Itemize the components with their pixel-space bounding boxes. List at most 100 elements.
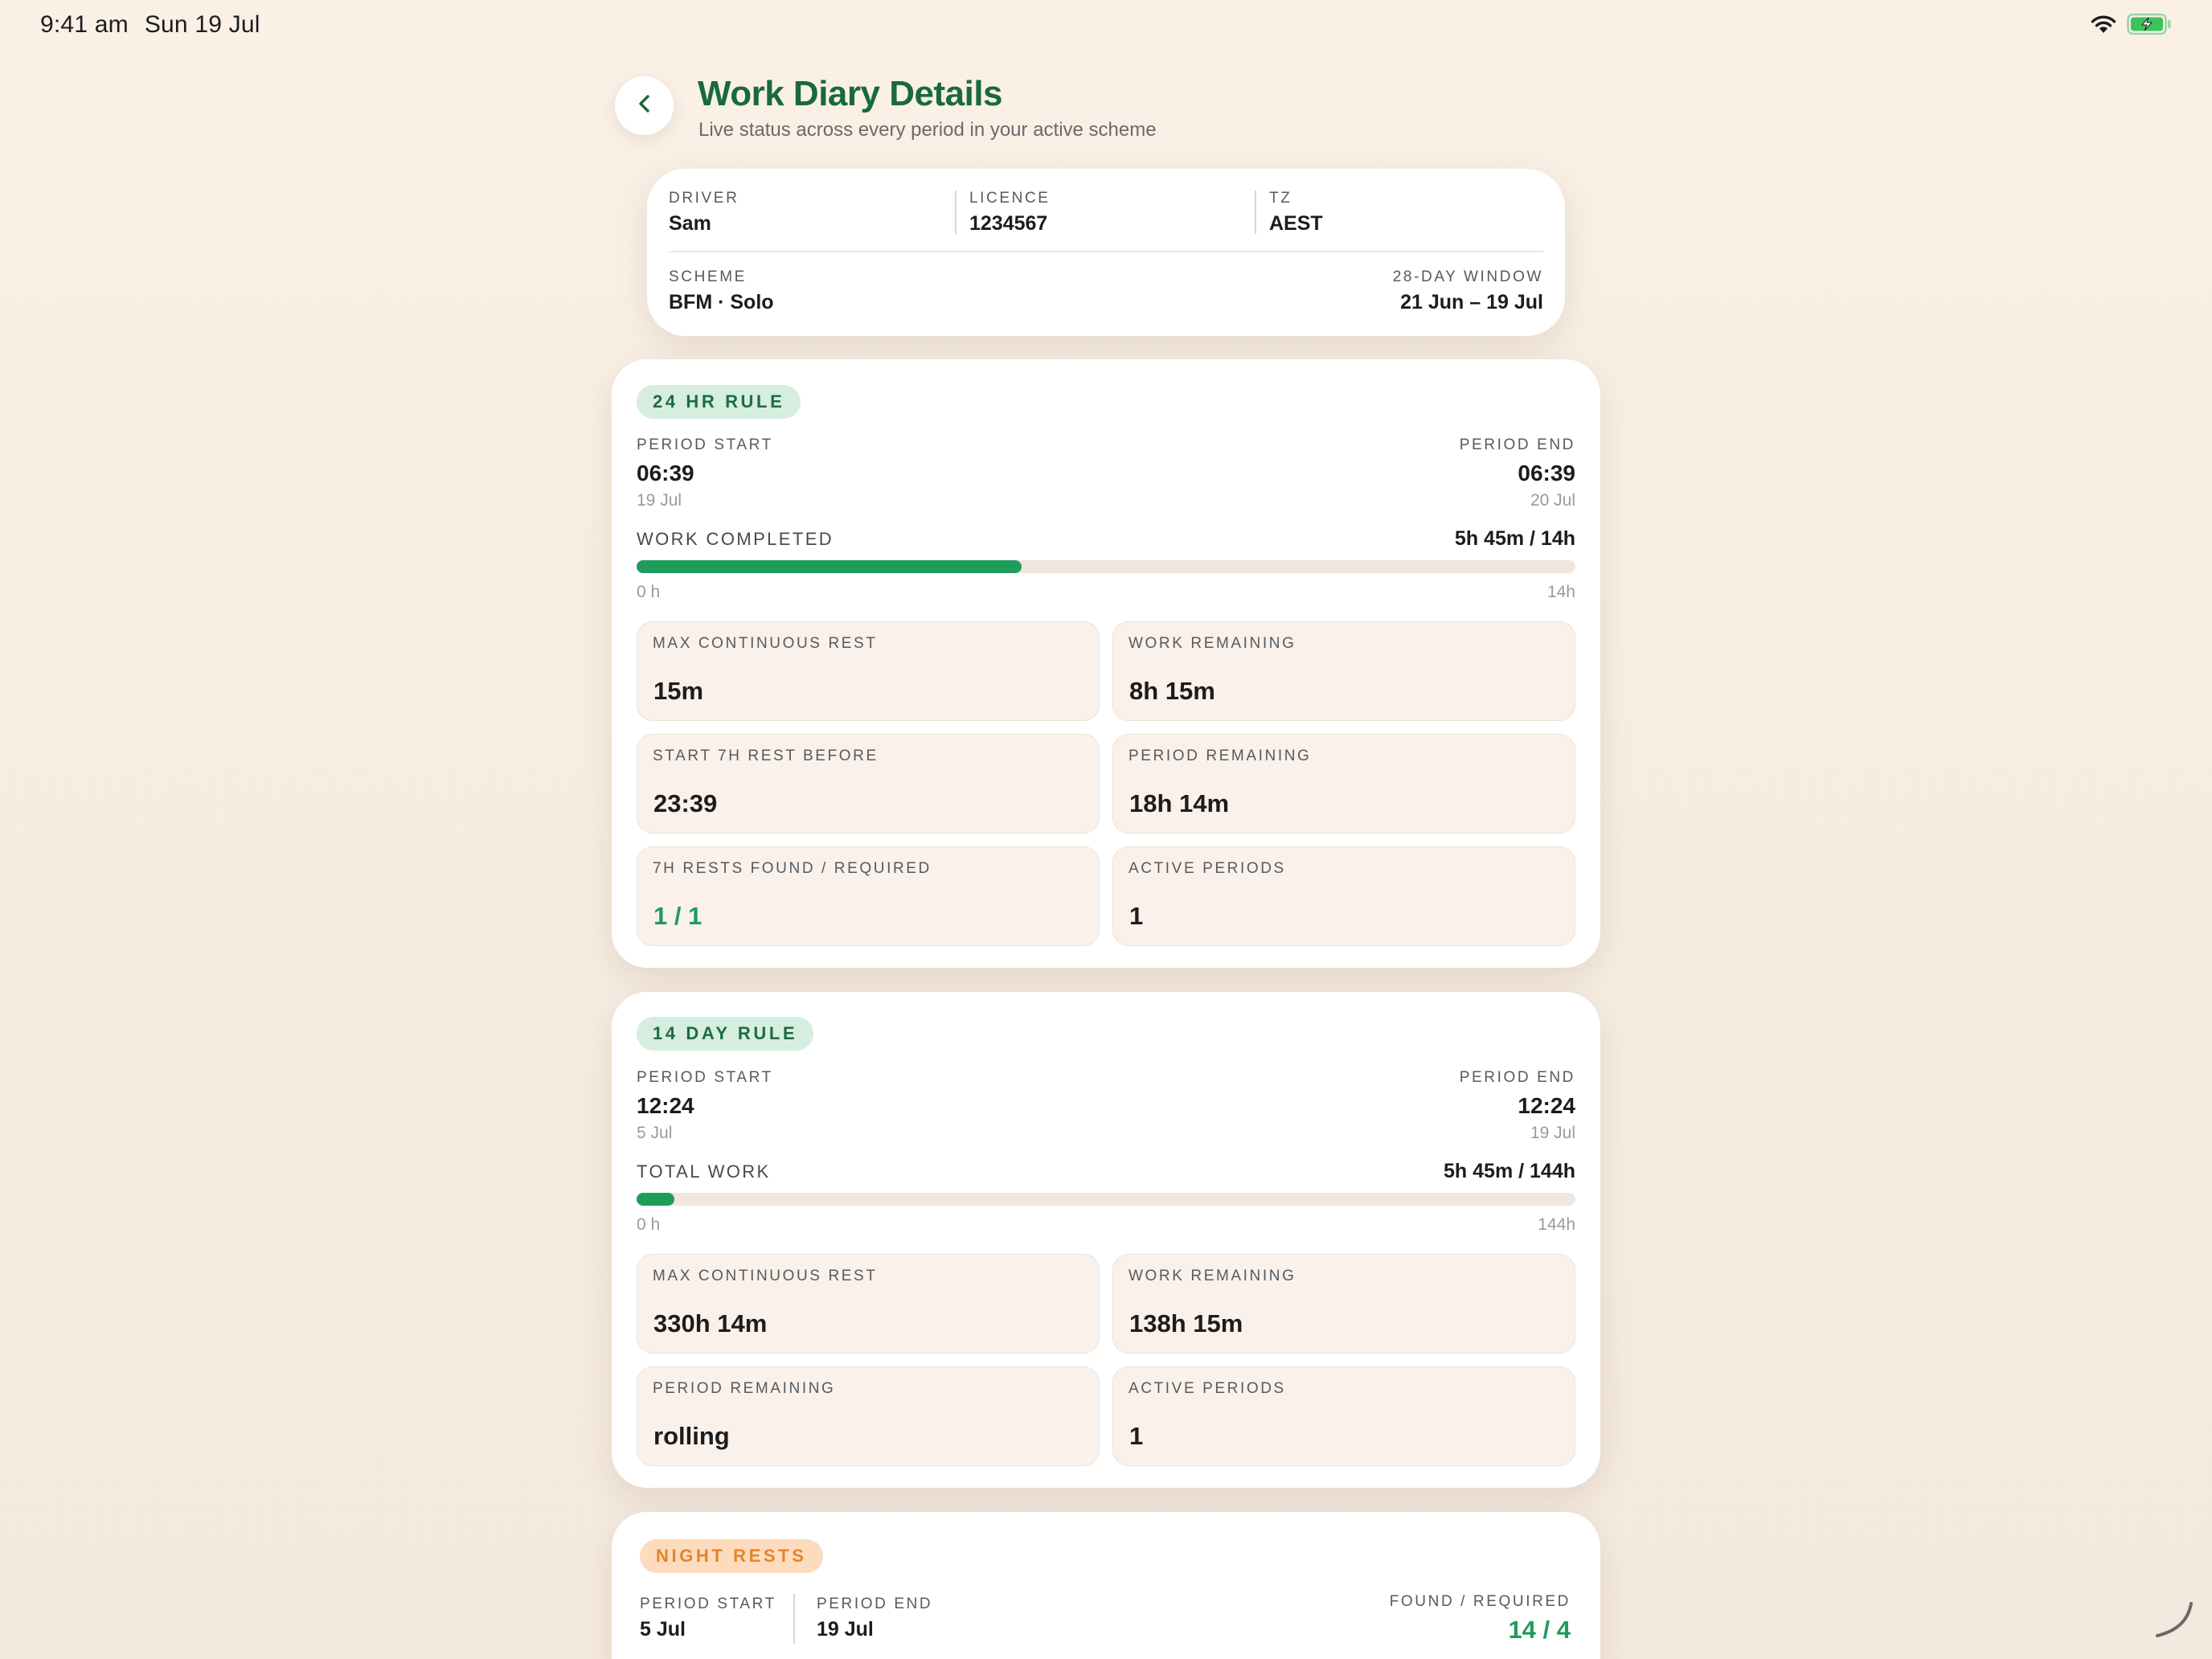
stat-tile-work-remaining: WORK REMAINING 8h 15m: [1112, 621, 1575, 721]
tile-value: 1 / 1: [653, 902, 703, 930]
period-start-time: 12:24: [637, 1093, 694, 1118]
driver-value: Sam: [669, 212, 711, 235]
period-end: PERIOD END 06:39 20 Jul: [1460, 436, 1575, 510]
period-end: PERIOD END 12:24 19 Jul: [1460, 1069, 1575, 1143]
found-label: FOUND / REQUIRED: [1389, 1593, 1571, 1610]
page-header: Work Diary Details Live status across ev…: [615, 74, 1604, 146]
period-start-label: PERIOD START: [637, 1069, 773, 1086]
progress-label: WORK COMPLETED: [637, 529, 834, 549]
tz-label: TZ: [1269, 190, 1292, 207]
progress-bar: [637, 560, 1575, 573]
page-title: Work Diary Details: [698, 74, 1003, 113]
wifi-icon: [2090, 14, 2117, 39]
period-start-label: PERIOD START: [637, 436, 773, 453]
driver-label: DRIVER: [669, 190, 739, 207]
chevron-left-icon: [633, 92, 657, 120]
progress-value: 5h 45m / 14h: [1454, 527, 1575, 550]
period-start-label: PERIOD START: [640, 1596, 776, 1612]
progress-min: 0 h: [637, 1215, 661, 1234]
period-start-date: 5 Jul: [637, 1124, 673, 1142]
progress-value: 5h 45m / 144h: [1444, 1160, 1575, 1182]
divider: [793, 1594, 795, 1644]
back-button[interactable]: [615, 76, 674, 135]
window-value: 21 Jun – 19 Jul: [1400, 291, 1543, 313]
page-subtitle: Live status across every period in your …: [698, 119, 1157, 141]
tile-label: ACTIVE PERIODS: [1129, 860, 1286, 877]
tile-label: WORK REMAINING: [1129, 1268, 1296, 1284]
stat-tile-work-remaining: WORK REMAINING 138h 15m: [1112, 1254, 1575, 1354]
period-start: PERIOD START 5 Jul: [640, 1596, 776, 1641]
period-end-time: 06:39: [1518, 461, 1575, 485]
found-value: 14 / 4: [1508, 1616, 1571, 1644]
stat-tile-max-continuous-rest: MAX CONTINUOUS REST 330h 14m: [637, 1254, 1100, 1354]
divider: [1255, 190, 1256, 234]
scroll-indicator-icon: [2153, 1599, 2194, 1643]
progress-fill: [637, 1193, 674, 1206]
tile-label: PERIOD REMAINING: [1129, 748, 1312, 764]
progress-max: 144h: [1538, 1215, 1575, 1234]
tile-value: 8h 15m: [1129, 677, 1215, 705]
status-date: Sun 19 Jul: [144, 11, 260, 38]
period-start: PERIOD START 06:39 19 Jul: [637, 436, 773, 510]
stat-tile-active-periods: ACTIVE PERIODS 1: [1112, 1366, 1575, 1466]
progress-min: 0 h: [637, 583, 661, 601]
rule-badge: NIGHT RESTS: [640, 1539, 823, 1573]
period-end: PERIOD END 19 Jul: [817, 1596, 932, 1641]
scheme-cell: SCHEME BFM · Solo: [669, 268, 774, 314]
scheme-value: BFM · Solo: [669, 291, 774, 313]
status-clock: 9:41 am: [40, 11, 129, 38]
found-required: FOUND / REQUIRED 14 / 4: [1390, 1593, 1571, 1645]
tile-label: 7H RESTS FOUND / REQUIRED: [653, 860, 932, 877]
period-end-value: 19 Jul: [817, 1618, 874, 1641]
scheme-label: SCHEME: [669, 268, 747, 285]
rule-badge: 24 HR RULE: [637, 385, 801, 419]
rule-24hr-card: 24 HR RULE PERIOD START 06:39 19 Jul PER…: [612, 359, 1600, 968]
tile-label: MAX CONTINUOUS REST: [653, 1268, 878, 1284]
period-end-time: 12:24: [1518, 1093, 1575, 1118]
tile-label: ACTIVE PERIODS: [1129, 1380, 1286, 1397]
period-end-date: 19 Jul: [1530, 1124, 1575, 1142]
status-icons: [2090, 13, 2172, 39]
stat-tile-max-continuous-rest: MAX CONTINUOUS REST 15m: [637, 621, 1100, 721]
period-end-label: PERIOD END: [1459, 436, 1575, 453]
period-start-value: 5 Jul: [640, 1618, 686, 1641]
driver-cell: DRIVER Sam: [669, 190, 739, 236]
divider: [955, 190, 956, 234]
window-cell: 28-DAY WINDOW 21 Jun – 19 Jul: [1393, 268, 1543, 314]
rule-badge: 14 DAY RULE: [637, 1017, 814, 1051]
stat-tile-active-periods: ACTIVE PERIODS 1: [1112, 846, 1575, 946]
progress-max: 14h: [1546, 583, 1575, 601]
tile-value: 18h 14m: [1129, 789, 1230, 817]
status-time: 9:41 am Sun 19 Jul: [40, 11, 260, 39]
driver-info-card: DRIVER Sam LICENCE 1234567 TZ AEST SCHEM…: [647, 169, 1565, 336]
progress-bar: [637, 1193, 1575, 1206]
period-end-date: 20 Jul: [1530, 491, 1575, 510]
stat-tile-start-rest-before: START 7H REST BEFORE 23:39: [637, 734, 1100, 834]
stat-tile-period-remaining: PERIOD REMAINING 18h 14m: [1112, 734, 1575, 834]
window-label: 28-DAY WINDOW: [1392, 268, 1543, 285]
tile-value: 23:39: [653, 789, 718, 817]
tile-label: START 7H REST BEFORE: [653, 748, 879, 764]
stat-tile-rests-found: 7H RESTS FOUND / REQUIRED 1 / 1: [637, 846, 1100, 946]
tile-label: PERIOD REMAINING: [653, 1380, 836, 1397]
period-start-date: 19 Jul: [637, 491, 682, 510]
progress-label: TOTAL WORK: [637, 1161, 771, 1182]
tile-value: 330h 14m: [653, 1309, 768, 1337]
period-start: PERIOD START 12:24 5 Jul: [637, 1069, 773, 1143]
period-end-label: PERIOD END: [1459, 1069, 1575, 1086]
night-rests-card: NIGHT RESTS PERIOD START 5 Jul PERIOD EN…: [612, 1512, 1600, 1659]
tile-label: MAX CONTINUOUS REST: [653, 635, 878, 652]
tile-value: 138h 15m: [1129, 1309, 1243, 1337]
tile-label: WORK REMAINING: [1129, 635, 1296, 652]
tz-cell: TZ AEST: [1269, 190, 1323, 236]
period-end-label: PERIOD END: [817, 1596, 933, 1612]
rule-14day-card: 14 DAY RULE PERIOD START 12:24 5 Jul PER…: [612, 992, 1600, 1488]
battery-icon: [2127, 13, 2172, 39]
licence-cell: LICENCE 1234567: [969, 190, 1051, 236]
licence-value: 1234567: [969, 212, 1048, 235]
tile-value: 1: [1129, 902, 1144, 930]
tz-value: AEST: [1269, 212, 1323, 235]
divider: [669, 251, 1543, 252]
period-start-time: 06:39: [637, 461, 694, 485]
tile-value: rolling: [653, 1422, 730, 1450]
